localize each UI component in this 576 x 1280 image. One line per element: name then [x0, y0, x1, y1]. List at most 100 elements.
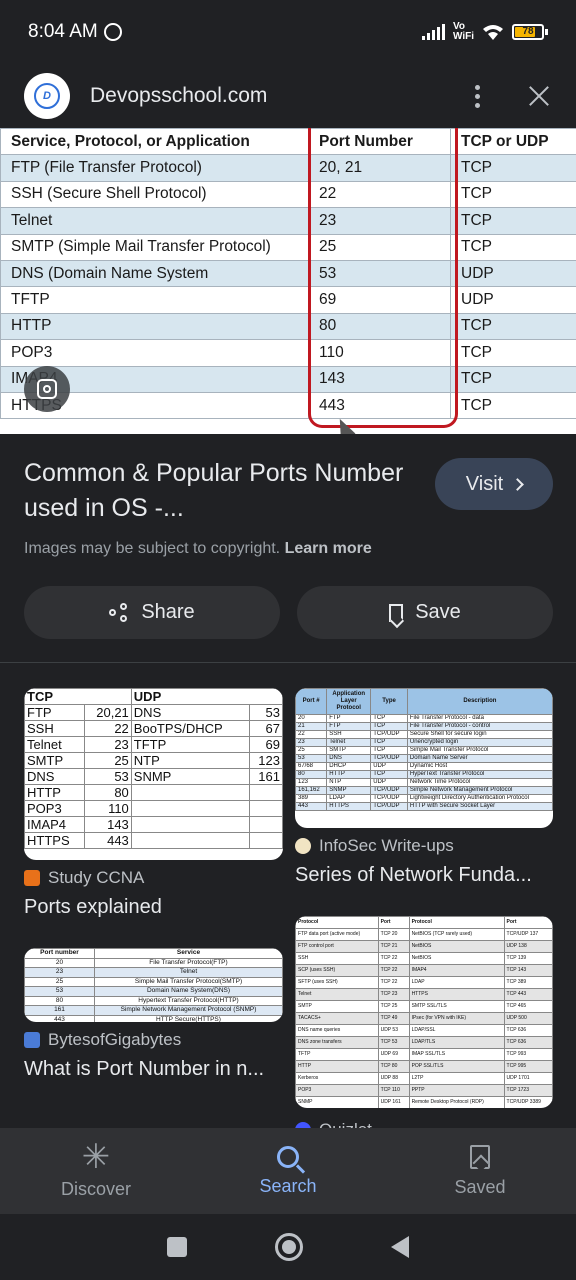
table-cell: 22: [295, 730, 328, 739]
table-cell: Telnet: [326, 738, 372, 747]
site-logo[interactable]: D: [24, 73, 70, 119]
copyright-notice: Images may be subject to copyright. Lear…: [24, 540, 372, 558]
table-cell: 69: [248, 736, 283, 753]
table-cell: HTTP: [24, 784, 85, 801]
table-cell: TCP 636: [503, 1024, 553, 1037]
system-navigation-bar: [0, 1214, 576, 1280]
save-button[interactable]: Save: [297, 586, 553, 639]
table-cell: DNS: [24, 768, 85, 785]
related-thumbnail-1[interactable]: TCP UDP FTP 20,21 DNS 53 SSH 22 BooTPS/DHCP 67 Te…: [24, 688, 283, 860]
table-cell: IPsec (for VPN with IKE): [408, 1012, 505, 1025]
card-title[interactable]: Series of Network Funda...: [295, 864, 553, 887]
divider: [0, 662, 576, 663]
table-cell: 123: [248, 752, 283, 769]
table-cell: 25: [295, 746, 328, 755]
table-cell: Lightweight Directory Authentication Pro…: [406, 794, 553, 803]
table-cell: DNS (Domain Name System: [0, 259, 309, 288]
table-row: 80 Hypertext Transfer Protocol(HTTP): [24, 995, 283, 1006]
recent-apps-icon[interactable]: [167, 1237, 187, 1257]
table-cell: File Transfer Protocol - data: [406, 714, 553, 723]
table-cell: HTTP: [326, 770, 372, 779]
table-row: Kerberos UDP 88 L2TP UDP 1701: [295, 1072, 553, 1085]
table-cell: POP3: [295, 1084, 379, 1097]
table-row: FTP control port TCP 21 NetBIOS UDP 138: [295, 940, 553, 953]
table-cell: BooTPS/DHCP: [130, 720, 250, 737]
home-icon[interactable]: [275, 1233, 303, 1261]
table-cell: LDAP: [408, 976, 505, 989]
table-cell: Domain Name Server: [406, 754, 553, 763]
related-card-1[interactable]: TCP UDP FTP 20,21 DNS 53 SSH 22 BooTPS/DHCP 67 Te…: [24, 688, 283, 919]
table-cell: 80: [295, 770, 328, 779]
table-cell: NetBIOS: [408, 952, 505, 965]
col-service: Service: [94, 948, 283, 959]
table-row: SFTP (uses SSH) TCP 22 LDAP TCP 389: [295, 976, 553, 989]
table-cell: Kerberos: [295, 1072, 379, 1085]
source-name: BytesofGigabytes: [48, 1030, 182, 1049]
bookmark-icon: [389, 603, 404, 622]
table-cell: TCP: [450, 339, 576, 367]
table-cell: FTP: [326, 722, 372, 731]
table-cell: [248, 816, 283, 833]
table-cell: TCP 1723: [503, 1084, 553, 1097]
learn-more-link[interactable]: Learn more: [285, 540, 372, 557]
col-protocol-b: Protocol: [408, 916, 505, 929]
related-card-3[interactable]: Port number Service 20 File Transfer Prot…: [24, 948, 283, 1081]
google-lens-icon[interactable]: [24, 366, 70, 412]
related-card-4[interactable]: Protocol Port Protocol Port FTP data por…: [295, 916, 553, 1140]
table-cell: UDP: [450, 286, 576, 314]
table-row: TFTP UDP 69 IMAP SSL/TLS TCP 993: [295, 1048, 553, 1061]
card-title[interactable]: Ports explained: [24, 896, 283, 919]
table-row: 123 NTP UDP Network Time Protocol: [295, 778, 553, 787]
more-options-icon[interactable]: [465, 79, 490, 114]
table-cell: Telnet: [0, 207, 309, 235]
table-cell: NTP: [130, 752, 250, 769]
table-row: Telnet 23 TCP: [0, 207, 576, 235]
share-label: Share: [141, 601, 195, 623]
nav-search[interactable]: Search: [192, 1128, 384, 1214]
related-thumbnail-2[interactable]: Port # Application Layer Protocol Type D…: [295, 688, 553, 828]
table-cell: [248, 784, 283, 801]
close-icon[interactable]: [526, 83, 552, 109]
table-row: HTTP 80 TCP: [0, 312, 576, 341]
table-cell: DNS: [130, 704, 250, 721]
table-cell: TCP 993: [503, 1048, 553, 1061]
back-icon[interactable]: [391, 1236, 409, 1258]
visit-button[interactable]: Visit: [435, 458, 553, 510]
table-cell: 123: [295, 778, 328, 787]
table-cell: 25: [83, 752, 132, 769]
table-row: SSH (Secure Shell Protocol) 22 TCP: [0, 180, 576, 209]
table-cell: SNMP: [295, 1096, 379, 1108]
infosec-ports-table: Port # Application Layer Protocol Type D…: [295, 688, 553, 811]
related-thumbnail-3[interactable]: Port number Service 20 File Transfer Prot…: [24, 948, 283, 1022]
table-row: 161 Simple Network Management Protocol (S…: [24, 1005, 283, 1016]
site-name[interactable]: Devopsschool.com: [90, 84, 267, 108]
table-cell: PPTP: [408, 1084, 505, 1097]
table-row: POP3 TCP 110 PPTP TCP 1723: [295, 1084, 553, 1097]
table-cell: SSH: [24, 720, 85, 737]
source-line-1: Study CCNA: [24, 868, 283, 888]
table-row: 23 Telnet TCP Unencrypted login: [295, 738, 553, 747]
table-cell: TCP/UDP 3389: [503, 1096, 553, 1108]
table-cell: HTTP: [0, 312, 309, 341]
table-cell: TFTP: [295, 1048, 379, 1061]
card-title[interactable]: What is Port Number in n...: [24, 1058, 283, 1081]
table-cell: Domain Name System(DNS): [94, 986, 283, 997]
table-row: SSH 22 BooTPS/DHCP 67: [24, 720, 283, 737]
share-button[interactable]: Share: [24, 586, 280, 639]
related-card-2[interactable]: Port # Application Layer Protocol Type D…: [295, 688, 553, 887]
nav-discover[interactable]: ✳ Discover: [0, 1128, 192, 1214]
nav-saved[interactable]: Saved: [384, 1128, 576, 1214]
related-thumbnail-4[interactable]: Protocol Port Protocol Port FTP data por…: [295, 916, 553, 1108]
table-cell: TCP: [450, 233, 576, 261]
main-image[interactable]: Service, Protocol, or Application Port N…: [0, 128, 576, 434]
table-cell: Network Time Protocol: [406, 778, 553, 787]
bytesofgigabytes-icon: [24, 1032, 40, 1048]
table-cell: TCP: [370, 722, 408, 731]
table-row: FTP 20,21 DNS 53: [24, 704, 283, 721]
result-title[interactable]: Common & Popular Ports Number used in OS…: [24, 456, 404, 526]
viewer-top-bar: D Devopsschool.com: [0, 64, 576, 128]
table-cell: DNS zone transfers: [295, 1036, 379, 1049]
study-ccna-icon: [24, 870, 40, 886]
table-cell: HTTPS: [24, 832, 85, 849]
table-row: TACACS+ TCP 49 IPsec (for VPN with IKE) UDP…: [295, 1012, 553, 1025]
